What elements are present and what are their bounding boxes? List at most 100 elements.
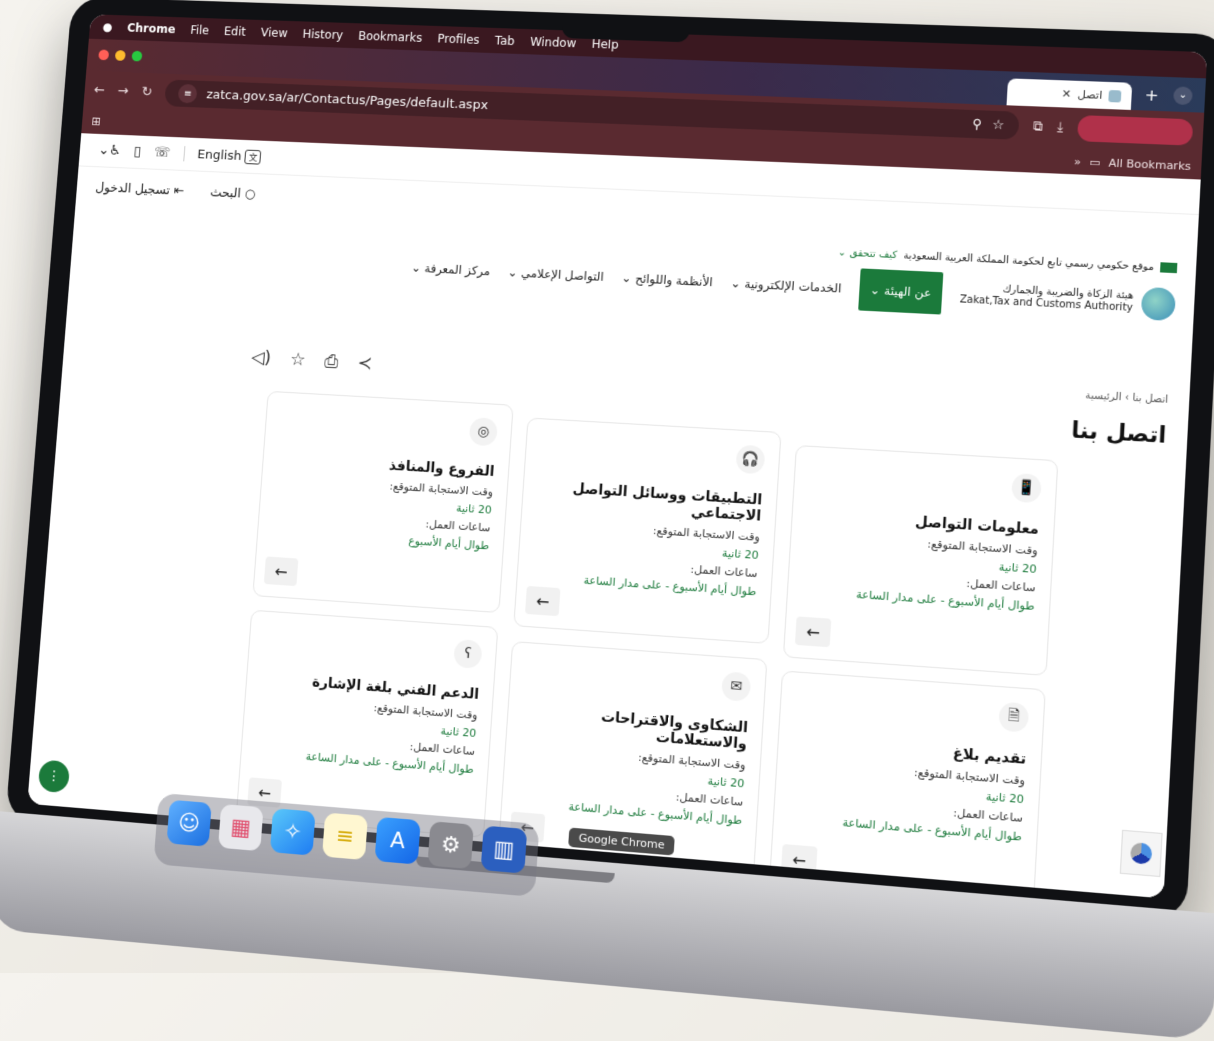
card-apps-social[interactable]: 🎧 التطبيقات ووسائل التواصل الاجتماعي وقت…: [513, 417, 782, 644]
nav-regulations[interactable]: ⌄ الأنظمة واللوائح: [621, 271, 713, 289]
verify-chevron-icon: ⌄: [837, 246, 847, 259]
favorite-icon[interactable]: ☆: [289, 349, 306, 370]
menu-view[interactable]: View: [260, 26, 288, 40]
ear-icon: ʕ: [453, 639, 483, 669]
card-arrow-button[interactable]: ←: [794, 616, 832, 648]
tab-title: اتصل: [1077, 87, 1103, 102]
report-icon: 🗎: [998, 701, 1030, 733]
profile-button[interactable]: [1076, 115, 1194, 146]
recaptcha-icon: [1129, 842, 1153, 865]
nav-label: الأنظمة واللوائح: [634, 271, 714, 290]
card-contact-info[interactable]: 📱 معلومات التواصل وقت الاستجابة المتوقع:…: [782, 444, 1059, 676]
mobile-icon[interactable]: ▯: [133, 144, 141, 160]
safari-icon[interactable]: ✧: [269, 808, 316, 856]
login-icon: ⇤: [173, 183, 185, 199]
site-info-icon[interactable]: ≡: [177, 83, 198, 104]
tab-close-icon[interactable]: ✕: [1061, 87, 1071, 100]
language-label: English: [196, 147, 242, 164]
tab-favicon-icon: [1108, 89, 1122, 103]
menu-profiles[interactable]: Profiles: [437, 32, 480, 47]
card-arrow-button[interactable]: ←: [263, 556, 299, 587]
browser-tab[interactable]: ✕ اتصل: [1006, 78, 1133, 110]
breadcrumb-current: اتصل بنا: [1132, 392, 1169, 406]
zoom-window-button[interactable]: [131, 50, 143, 62]
floating-menu-button[interactable]: ⋮: [37, 759, 71, 794]
page-tools: ◁) ☆ ⎙ ≺: [251, 347, 373, 374]
menu-app-name[interactable]: Chrome: [127, 21, 176, 36]
all-bookmarks[interactable]: All Bookmarks: [1108, 156, 1191, 172]
location-pin-icon: ◎: [468, 417, 498, 447]
breadcrumb: اتصل بنا › الرئيسية: [1085, 390, 1168, 406]
finder-icon[interactable]: ☺: [166, 799, 212, 847]
card-arrow-button[interactable]: ←: [780, 843, 818, 876]
bookmarks-overflow-icon[interactable]: »: [1074, 155, 1082, 168]
language-switch[interactable]: English 文: [196, 147, 262, 165]
reload-icon[interactable]: ↻: [141, 84, 153, 100]
new-tab-button[interactable]: +: [1144, 85, 1159, 105]
message-icon: ✉: [721, 671, 752, 702]
extensions-icon[interactable]: ⧉: [1033, 119, 1043, 134]
verify-label: كيف تتحقق: [849, 247, 898, 261]
nav-label: التواصل الإعلامي: [520, 266, 605, 284]
nav-label: الخدمات الإلكترونية: [744, 276, 842, 296]
headset-icon: 🎧: [735, 444, 766, 475]
mobile-icon: 📱: [1011, 472, 1042, 504]
notes-icon[interactable]: ≡: [322, 812, 368, 861]
breadcrumb-home[interactable]: الرئيسية: [1085, 390, 1122, 403]
login-label: تسجيل الدخول: [94, 180, 171, 198]
nav-media[interactable]: ⌄ التواصل الإعلامي: [507, 265, 604, 283]
close-window-button[interactable]: [98, 49, 110, 61]
minimize-window-button[interactable]: [114, 50, 126, 61]
app-store-icon[interactable]: A: [374, 816, 421, 865]
phone-icon[interactable]: ☏: [153, 145, 171, 161]
recaptcha-badge[interactable]: [1119, 829, 1163, 878]
breadcrumb-separator: ›: [1124, 392, 1130, 404]
search-label: البحث: [209, 185, 242, 201]
card-branches[interactable]: ◎ الفروع والمنافذ وقت الاستجابة المتوقع:…: [252, 390, 514, 614]
laptop: ● Chrome File Edit View History Bookmark…: [0, 0, 1214, 1041]
saudi-flag-icon: [1159, 262, 1178, 274]
read-aloud-icon[interactable]: ◁): [251, 347, 272, 368]
login-button[interactable]: تسجيل الدخول ⇤: [95, 180, 185, 198]
divider: [182, 146, 185, 162]
files-app-icon[interactable]: ▥: [480, 825, 528, 874]
search-icon: ○: [244, 186, 256, 202]
nav-about[interactable]: ⌄ عن الهيئة: [858, 268, 943, 315]
zoom-icon[interactable]: ⚲: [972, 117, 983, 132]
system-settings-icon[interactable]: ⚙: [427, 821, 474, 870]
camera-notch: [561, 12, 691, 43]
folder-icon: ▭: [1089, 155, 1101, 169]
bookmark-star-icon[interactable]: ☆: [992, 117, 1005, 132]
verify-link[interactable]: ⌄ كيف تتحقق: [838, 247, 898, 261]
back-icon[interactable]: ←: [93, 82, 105, 98]
nav-knowledge-center[interactable]: ⌄ مركز المعرفة: [411, 261, 491, 279]
logo-mark-icon: [1140, 286, 1177, 322]
menu-tab[interactable]: Tab: [494, 34, 515, 48]
tab-search-button[interactable]: ⌄: [1173, 86, 1193, 106]
apple-icon[interactable]: ●: [102, 20, 113, 34]
menu-bookmarks[interactable]: Bookmarks: [358, 29, 423, 45]
menu-edit[interactable]: Edit: [223, 24, 246, 38]
download-icon[interactable]: ⤓: [1057, 120, 1064, 135]
accessibility-icon[interactable]: ⌄♿: [98, 142, 122, 158]
zatca-logo[interactable]: هيئة الزكاة والضريبة والجمارك Zakat,Tax …: [959, 278, 1177, 322]
nav-e-services[interactable]: ⌄ الخدمات الإلكترونية: [730, 276, 842, 295]
card-submit-report[interactable]: 🗎 تقديم بلاغ وقت الاستجابة المتوقع: 20 ث…: [768, 670, 1046, 899]
forward-icon[interactable]: →: [117, 83, 129, 99]
card-arrow-button[interactable]: ←: [525, 585, 561, 617]
nav-label: عن الهيئة: [883, 283, 932, 300]
web-page: ⌄♿ ▯ ☏ English 文 تسجيل الدخول ⇤ البحث ○ …: [27, 133, 1201, 899]
screen: ● Chrome File Edit View History Bookmark…: [27, 14, 1208, 899]
page-title: اتصل بنا: [1070, 418, 1167, 449]
menu-file[interactable]: File: [190, 23, 210, 37]
print-icon[interactable]: ⎙: [324, 351, 339, 372]
search-button[interactable]: البحث ○: [210, 185, 256, 201]
translate-icon: 文: [244, 149, 262, 165]
window-controls: [98, 49, 143, 62]
launchpad-icon[interactable]: ▦: [218, 803, 264, 852]
logo-text: هيئة الزكاة والضريبة والجمارك Zakat,Tax …: [959, 282, 1133, 315]
apps-grid-icon[interactable]: ⊞: [91, 115, 101, 129]
laptop-bezel: ● Chrome File Edit View History Bookmark…: [5, 0, 1214, 922]
share-icon[interactable]: ≺: [357, 353, 373, 374]
menu-history[interactable]: History: [302, 27, 343, 42]
